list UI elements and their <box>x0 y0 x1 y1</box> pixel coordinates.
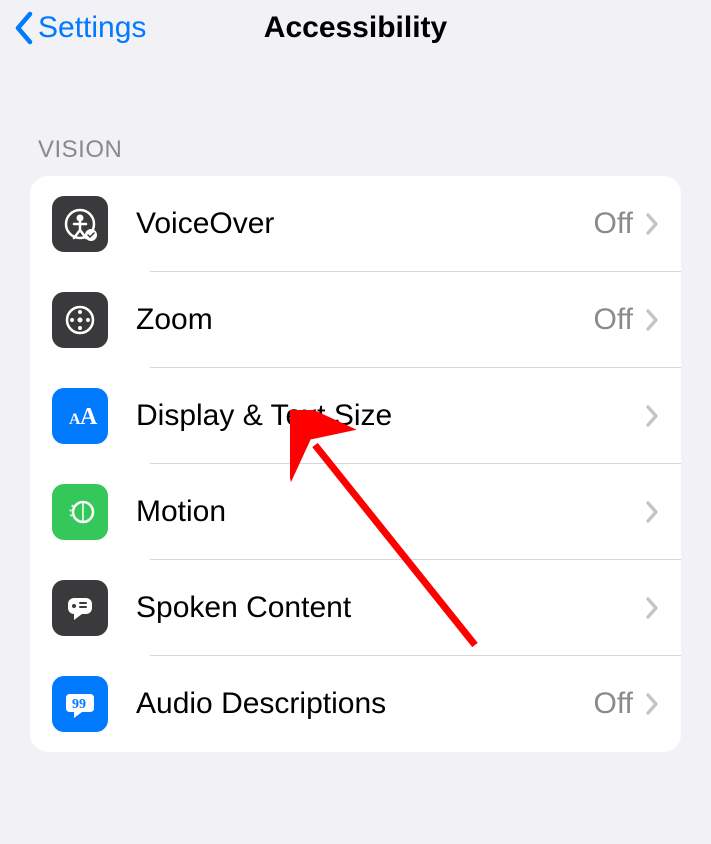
item-label: Zoom <box>136 303 594 337</box>
list-item-display-text-size[interactable]: A A Display & Text Size <box>30 368 681 464</box>
svg-text:A: A <box>80 404 98 430</box>
item-label: Spoken Content <box>136 591 633 625</box>
chevron-right-icon <box>645 212 659 236</box>
chevron-left-icon <box>12 10 34 46</box>
list-item-audio-descriptions[interactable]: 99 Audio Descriptions Off <box>30 656 681 752</box>
list-item-zoom[interactable]: Zoom Off <box>30 272 681 368</box>
list-item-voiceover[interactable]: VoiceOver Off <box>30 176 681 272</box>
audio-descriptions-icon: 99 <box>52 676 108 732</box>
vision-settings-list: VoiceOver Off Zoom Off A A <box>30 176 681 752</box>
list-item-spoken-content[interactable]: Spoken Content <box>30 560 681 656</box>
chevron-right-icon <box>645 308 659 332</box>
chevron-right-icon <box>645 404 659 428</box>
list-item-motion[interactable]: Motion <box>30 464 681 560</box>
motion-icon <box>52 484 108 540</box>
header-bar: Settings Accessibility <box>0 0 711 56</box>
item-label: Audio Descriptions <box>136 687 594 721</box>
back-label: Settings <box>38 11 146 45</box>
back-button[interactable]: Settings <box>12 10 146 46</box>
item-status: Off <box>594 303 633 337</box>
section-header-vision: VISION <box>0 56 711 176</box>
voiceover-icon <box>52 196 108 252</box>
chevron-right-icon <box>645 692 659 716</box>
item-label: Display & Text Size <box>136 399 633 433</box>
item-status: Off <box>594 207 633 241</box>
item-status: Off <box>594 687 633 721</box>
chevron-right-icon <box>645 596 659 620</box>
item-label: VoiceOver <box>136 207 594 241</box>
chevron-right-icon <box>645 500 659 524</box>
zoom-icon <box>52 292 108 348</box>
item-label: Motion <box>136 495 633 529</box>
spoken-content-icon <box>52 580 108 636</box>
text-size-icon: A A <box>52 388 108 444</box>
page-title: Accessibility <box>264 11 447 45</box>
svg-text:99: 99 <box>72 697 86 712</box>
